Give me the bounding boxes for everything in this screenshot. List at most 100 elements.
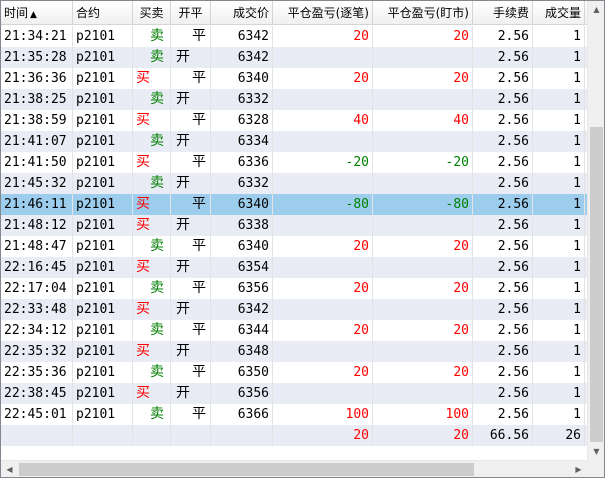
cell-pnl-mark: 20	[373, 425, 473, 446]
trade-records-grid: 时间 ▲ 合约 买卖 开平 成交价 平仓盈亏(逐笔) 平仓盈亏(盯市) 手续费 成…	[0, 0, 605, 478]
header-price[interactable]: 成交价	[211, 1, 273, 25]
cell-offset: 开	[171, 215, 211, 236]
cell-offset: 开	[171, 47, 211, 68]
side-label: 卖	[150, 49, 164, 65]
cell-offset: 平	[171, 236, 211, 257]
arrow-right-icon[interactable]: ▶	[570, 461, 587, 477]
cell-fee: 2.56	[473, 320, 533, 341]
offset-label: 平	[192, 280, 206, 296]
header-side[interactable]: 买卖	[133, 1, 171, 25]
horizontal-scroll-thumb[interactable]	[19, 463, 474, 476]
arrow-up-icon[interactable]: ▲	[588, 1, 604, 18]
table-row[interactable]: 22:16:45 p2101 买 开 6354 2.56 1	[1, 257, 587, 278]
cell-qty: 1	[533, 341, 585, 362]
cell-offset: 开	[171, 257, 211, 278]
offset-label: 平	[192, 322, 206, 338]
table-row[interactable]: 21:36:36 p2101 买平 6340 20 20 2.56 1	[1, 68, 587, 89]
cell-time: 21:34:21	[1, 26, 73, 47]
cell-time: 21:41:07	[1, 131, 73, 152]
cell-qty: 1	[533, 152, 585, 173]
cell-contract	[73, 425, 133, 446]
cell-qty: 1	[533, 26, 585, 47]
side-label: 买	[136, 112, 150, 128]
cell-side: 卖	[133, 320, 171, 341]
cell-side: 卖	[133, 362, 171, 383]
cell-contract: p2101	[73, 131, 133, 152]
table-row[interactable]: 21:35:28 p2101 卖开 6342 2.56 1	[1, 47, 587, 68]
table-row[interactable]: 22:17:04 p2101 卖平 6356 20 20 2.56 1	[1, 278, 587, 299]
offset-label: 开	[176, 133, 190, 149]
offset-label: 开	[176, 343, 190, 359]
cell-side: 买	[133, 257, 171, 278]
table-row[interactable]: 22:38:45 p2101 买 开 6356 2.56 1	[1, 383, 587, 404]
cell-pnl-close	[273, 341, 373, 362]
table-row[interactable]: 21:38:25 p2101 卖开 6332 2.56 1	[1, 89, 587, 110]
cell-time: 22:35:36	[1, 362, 73, 383]
cell-pnl-mark: -80	[373, 194, 473, 215]
cell-side: 卖	[133, 404, 171, 425]
table-row[interactable]: 22:34:12 p2101 卖平 6344 20 20 2.56 1	[1, 320, 587, 341]
cell-fee: 2.56	[473, 278, 533, 299]
table-row[interactable]: 22:33:48 p2101 买 开 6342 2.56 1	[1, 299, 587, 320]
totals-row[interactable]: 20 20 66.56 26	[1, 425, 587, 446]
vertical-scroll-thumb[interactable]	[590, 127, 603, 442]
table-row[interactable]: 21:48:47 p2101 卖平 6340 20 20 2.56 1	[1, 236, 587, 257]
cell-offset: 平	[171, 152, 211, 173]
arrow-down-icon[interactable]: ▼	[588, 443, 604, 460]
header-pnl-close[interactable]: 平仓盈亏(逐笔)	[273, 1, 373, 25]
header-pnl-mark[interactable]: 平仓盈亏(盯市)	[373, 1, 473, 25]
cell-pnl-mark	[373, 173, 473, 194]
cell-fee: 2.56	[473, 173, 533, 194]
header-fee[interactable]: 手续费	[473, 1, 533, 25]
cell-fee: 2.56	[473, 236, 533, 257]
side-label: 买	[136, 154, 150, 170]
side-label: 卖	[150, 133, 164, 149]
header-qty[interactable]: 成交量	[533, 1, 585, 25]
table-row[interactable]: 21:38:59 p2101 买平 6328 40 40 2.56 1	[1, 110, 587, 131]
cell-time: 22:35:32	[1, 341, 73, 362]
offset-label: 平	[192, 154, 206, 170]
cell-side	[133, 425, 171, 446]
cell-time: 22:38:45	[1, 383, 73, 404]
arrow-left-icon[interactable]: ◀	[1, 461, 18, 477]
horizontal-scrollbar[interactable]: ◀ ▶	[1, 460, 587, 477]
side-label: 买	[136, 343, 150, 359]
cell-offset: 开	[171, 299, 211, 320]
cell-price: 6366	[211, 404, 273, 425]
vertical-scrollbar[interactable]: ▲ ▼	[587, 1, 604, 460]
cell-qty: 1	[533, 383, 585, 404]
cell-contract: p2101	[73, 110, 133, 131]
cell-side: 买	[133, 341, 171, 362]
cell-qty: 1	[533, 131, 585, 152]
table-row[interactable]: 21:48:12 p2101 买 开 6338 2.56 1	[1, 215, 587, 236]
cell-qty: 1	[533, 173, 585, 194]
cell-offset: 平	[171, 26, 211, 47]
cell-time: 21:38:59	[1, 110, 73, 131]
cell-offset	[171, 425, 211, 446]
header-contract[interactable]: 合约	[73, 1, 133, 25]
cell-side: 卖	[133, 173, 171, 194]
side-label: 买	[136, 70, 150, 86]
cell-side: 卖	[133, 131, 171, 152]
cell-price: 6350	[211, 362, 273, 383]
side-label: 买	[136, 217, 150, 233]
table-row[interactable]: 21:41:07 p2101 卖开 6334 2.56 1	[1, 131, 587, 152]
table-row[interactable]: 22:35:32 p2101 买 开 6348 2.56 1	[1, 341, 587, 362]
cell-fee: 2.56	[473, 341, 533, 362]
table-row[interactable]: 21:41:50 p2101 买平 6336 -20 -20 2.56 1	[1, 152, 587, 173]
table-row[interactable]: 21:45:32 p2101 卖开 6332 2.56 1	[1, 173, 587, 194]
cell-time: 21:41:50	[1, 152, 73, 173]
cell-price: 6338	[211, 215, 273, 236]
cell-fee: 2.56	[473, 194, 533, 215]
header-offset[interactable]: 开平	[171, 1, 211, 25]
table-row[interactable]: 22:45:01 p2101 卖平 6366 100 100 2.56 1	[1, 404, 587, 425]
table-row[interactable]: 21:34:21 p2101 卖平 6342 20 20 2.56 1	[1, 26, 587, 47]
table-row[interactable]: 21:46:11 p2101 买平 6340 -80 -80 2.56 1	[1, 194, 587, 215]
header-time[interactable]: 时间 ▲	[1, 1, 73, 25]
cell-side: 卖	[133, 278, 171, 299]
cell-side: 卖	[133, 47, 171, 68]
cell-pnl-mark: 20	[373, 68, 473, 89]
sort-ascending-icon: ▲	[30, 10, 37, 20]
table-row[interactable]: 22:35:36 p2101 卖平 6350 20 20 2.56 1	[1, 362, 587, 383]
cell-qty: 1	[533, 194, 585, 215]
